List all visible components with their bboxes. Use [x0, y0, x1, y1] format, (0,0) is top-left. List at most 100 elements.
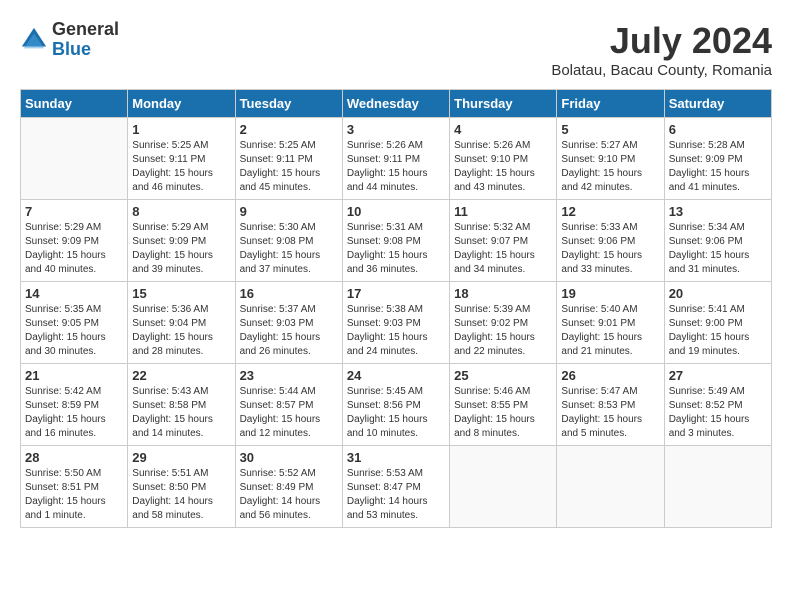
day-number: 9	[240, 204, 338, 219]
day-info: Sunrise: 5:47 AM Sunset: 8:53 PM Dayligh…	[561, 385, 659, 441]
day-number: 15	[132, 286, 230, 301]
calendar-table: SundayMondayTuesdayWednesdayThursdayFrid…	[20, 89, 772, 528]
day-number: 14	[25, 286, 123, 301]
day-header-sunday: Sunday	[21, 90, 128, 118]
day-number: 26	[561, 368, 659, 383]
calendar-cell: 17Sunrise: 5:38 AM Sunset: 9:03 PM Dayli…	[342, 282, 449, 364]
day-number: 8	[132, 204, 230, 219]
day-info: Sunrise: 5:43 AM Sunset: 8:58 PM Dayligh…	[132, 385, 230, 441]
calendar-cell: 12 Sunrise: 5:33 AM Sunset: 9:06 PM Dayli…	[557, 200, 664, 282]
calendar-cell: 13 Sunrise: 5:34 AM Sunset: 9:06 PM Dayli…	[664, 200, 771, 282]
day-info: Sunrise: 5:41 AM Sunset: 9:00 PM Dayligh…	[669, 303, 767, 359]
day-info: Sunrise: 5:25 AM Sunset: 9:11 PM Dayligh…	[240, 139, 338, 195]
calendar-cell: 6Sunrise: 5:28 AM Sunset: 9:09 PM Daylig…	[664, 118, 771, 200]
logo-text: General Blue	[52, 20, 119, 60]
day-info: Sunrise: 5:33 AM Sunset: 9:06 PM Dayligh…	[561, 221, 659, 277]
calendar-cell: 14 Sunrise: 5:35 AM Sunset: 9:05 PM Dayli…	[21, 282, 128, 364]
calendar-cell: 22Sunrise: 5:43 AM Sunset: 8:58 PM Dayli…	[128, 364, 235, 446]
calendar-cell: 3 Sunrise: 5:26 AM Sunset: 9:11 PM Daylig…	[342, 118, 449, 200]
calendar-cell	[450, 446, 557, 528]
day-number: 18	[454, 286, 552, 301]
day-info: Sunrise: 5:40 AM Sunset: 9:01 PM Dayligh…	[561, 303, 659, 359]
day-info: Sunrise: 5:30 AM Sunset: 9:08 PM Dayligh…	[240, 221, 338, 277]
day-info: Sunrise: 5:32 AM Sunset: 9:07 PM Dayligh…	[454, 221, 552, 277]
day-header-tuesday: Tuesday	[235, 90, 342, 118]
day-number: 3	[347, 122, 445, 137]
day-number: 19	[561, 286, 659, 301]
day-info: Sunrise: 5:27 AM Sunset: 9:10 PM Dayligh…	[561, 139, 659, 195]
day-number: 5	[561, 122, 659, 137]
day-info: Sunrise: 5:42 AM Sunset: 8:59 PM Dayligh…	[25, 385, 123, 441]
location: Bolatau, Bacau County, Romania	[551, 62, 772, 79]
day-number: 13	[669, 204, 767, 219]
day-info: Sunrise: 5:39 AM Sunset: 9:02 PM Dayligh…	[454, 303, 552, 359]
calendar-week-1: 1Sunrise: 5:25 AM Sunset: 9:11 PM Daylig…	[21, 118, 772, 200]
day-number: 29	[132, 450, 230, 465]
calendar-cell: 21 Sunrise: 5:42 AM Sunset: 8:59 PM Dayli…	[21, 364, 128, 446]
calendar-cell: 10 Sunrise: 5:31 AM Sunset: 9:08 PM Dayli…	[342, 200, 449, 282]
day-info: Sunrise: 5:29 AM Sunset: 9:09 PM Dayligh…	[132, 221, 230, 277]
day-number: 30	[240, 450, 338, 465]
calendar-cell: 30Sunrise: 5:52 AM Sunset: 8:49 PM Dayli…	[235, 446, 342, 528]
day-number: 24	[347, 368, 445, 383]
day-info: Sunrise: 5:38 AM Sunset: 9:03 PM Dayligh…	[347, 303, 445, 359]
logo-general-text: General	[52, 20, 119, 40]
calendar-week-4: 21 Sunrise: 5:42 AM Sunset: 8:59 PM Dayli…	[21, 364, 772, 446]
day-number: 20	[669, 286, 767, 301]
calendar-cell: 16Sunrise: 5:37 AM Sunset: 9:03 PM Dayli…	[235, 282, 342, 364]
day-info: Sunrise: 5:26 AM Sunset: 9:10 PM Dayligh…	[454, 139, 552, 195]
calendar-cell: 20 Sunrise: 5:41 AM Sunset: 9:00 PM Dayli…	[664, 282, 771, 364]
day-number: 12	[561, 204, 659, 219]
day-header-monday: Monday	[128, 90, 235, 118]
day-info: Sunrise: 5:25 AM Sunset: 9:11 PM Dayligh…	[132, 139, 230, 195]
day-info: Sunrise: 5:45 AM Sunset: 8:56 PM Dayligh…	[347, 385, 445, 441]
day-number: 27	[669, 368, 767, 383]
calendar-header-row: SundayMondayTuesdayWednesdayThursdayFrid…	[21, 90, 772, 118]
day-number: 2	[240, 122, 338, 137]
day-info: Sunrise: 5:31 AM Sunset: 9:08 PM Dayligh…	[347, 221, 445, 277]
day-info: Sunrise: 5:37 AM Sunset: 9:03 PM Dayligh…	[240, 303, 338, 359]
day-info: Sunrise: 5:44 AM Sunset: 8:57 PM Dayligh…	[240, 385, 338, 441]
day-info: Sunrise: 5:36 AM Sunset: 9:04 PM Dayligh…	[132, 303, 230, 359]
day-number: 4	[454, 122, 552, 137]
day-header-saturday: Saturday	[664, 90, 771, 118]
calendar-cell: 1Sunrise: 5:25 AM Sunset: 9:11 PM Daylig…	[128, 118, 235, 200]
day-info: Sunrise: 5:49 AM Sunset: 8:52 PM Dayligh…	[669, 385, 767, 441]
calendar-cell: 11 Sunrise: 5:32 AM Sunset: 9:07 PM Dayli…	[450, 200, 557, 282]
calendar-cell: 15 Sunrise: 5:36 AM Sunset: 9:04 PM Dayli…	[128, 282, 235, 364]
day-info: Sunrise: 5:35 AM Sunset: 9:05 PM Dayligh…	[25, 303, 123, 359]
calendar-cell: 31Sunrise: 5:53 AM Sunset: 8:47 PM Dayli…	[342, 446, 449, 528]
day-number: 21	[25, 368, 123, 383]
calendar-cell: 2 Sunrise: 5:25 AM Sunset: 9:11 PM Daylig…	[235, 118, 342, 200]
day-number: 10	[347, 204, 445, 219]
day-number: 11	[454, 204, 552, 219]
day-number: 6	[669, 122, 767, 137]
day-info: Sunrise: 5:29 AM Sunset: 9:09 PM Dayligh…	[25, 221, 123, 277]
calendar-cell: 4 Sunrise: 5:26 AM Sunset: 9:10 PM Daylig…	[450, 118, 557, 200]
calendar-cell	[664, 446, 771, 528]
calendar-cell: 5 Sunrise: 5:27 AM Sunset: 9:10 PM Daylig…	[557, 118, 664, 200]
day-number: 28	[25, 450, 123, 465]
calendar-cell: 25 Sunrise: 5:46 AM Sunset: 8:55 PM Dayli…	[450, 364, 557, 446]
calendar-cell: 29 Sunrise: 5:51 AM Sunset: 8:50 PM Dayli…	[128, 446, 235, 528]
day-info: Sunrise: 5:46 AM Sunset: 8:55 PM Dayligh…	[454, 385, 552, 441]
day-header-thursday: Thursday	[450, 90, 557, 118]
calendar-cell: 8 Sunrise: 5:29 AM Sunset: 9:09 PM Daylig…	[128, 200, 235, 282]
calendar-cell	[21, 118, 128, 200]
calendar-body: 1Sunrise: 5:25 AM Sunset: 9:11 PM Daylig…	[21, 118, 772, 528]
logo-blue-text: Blue	[52, 40, 119, 60]
calendar-cell: 9 Sunrise: 5:30 AM Sunset: 9:08 PM Daylig…	[235, 200, 342, 282]
day-info: Sunrise: 5:26 AM Sunset: 9:11 PM Dayligh…	[347, 139, 445, 195]
day-info: Sunrise: 5:53 AM Sunset: 8:47 PM Dayligh…	[347, 467, 445, 523]
calendar-cell: 28Sunrise: 5:50 AM Sunset: 8:51 PM Dayli…	[21, 446, 128, 528]
logo-icon	[20, 26, 48, 54]
day-number: 23	[240, 368, 338, 383]
title-area: July 2024 Bolatau, Bacau County, Romania	[551, 20, 772, 79]
day-number: 25	[454, 368, 552, 383]
calendar-cell: 26 Sunrise: 5:47 AM Sunset: 8:53 PM Dayli…	[557, 364, 664, 446]
day-info: Sunrise: 5:34 AM Sunset: 9:06 PM Dayligh…	[669, 221, 767, 277]
calendar-cell: 23 Sunrise: 5:44 AM Sunset: 8:57 PM Dayli…	[235, 364, 342, 446]
header: General Blue July 2024 Bolatau, Bacau Co…	[20, 20, 772, 79]
day-header-wednesday: Wednesday	[342, 90, 449, 118]
day-info: Sunrise: 5:51 AM Sunset: 8:50 PM Dayligh…	[132, 467, 230, 523]
